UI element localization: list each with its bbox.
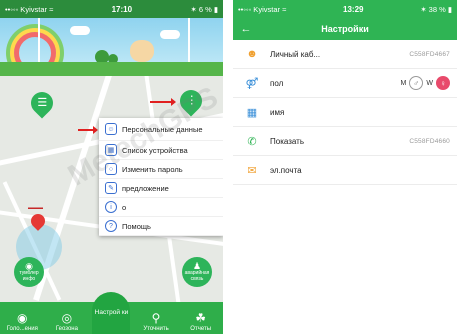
menu-item-personal-data[interactable]: ☺ Персональные данные bbox=[99, 118, 223, 141]
info-icon: i bbox=[105, 201, 117, 213]
right-phone-screen: ••◦◦◦ Kyivstar ≈ 13:29 ✶ 38 % ▮ ← Настро… bbox=[233, 0, 457, 334]
row-value: C558FD4660 bbox=[409, 137, 450, 145]
carrier-label: ••◦◦◦ Kyivstar ≈ bbox=[238, 4, 287, 14]
toggle-info-label: тумблер инфо bbox=[19, 270, 39, 282]
menu-item-label: Персональные данные bbox=[122, 124, 203, 134]
bottom-navigation: ◉ Голо...ения ◎ Геозона Настрой ки ⚲ Уто… bbox=[0, 292, 223, 334]
nav-reports[interactable]: ☘ Отчеты bbox=[179, 311, 223, 332]
settings-row-phone[interactable]: ✆ Показать C558FD4660 bbox=[233, 127, 457, 156]
settings-row-email[interactable]: ✉ эл.почта bbox=[233, 156, 457, 185]
menu-item-change-password[interactable]: ○ Изменить пароль bbox=[99, 160, 223, 179]
annotation-arrow bbox=[78, 126, 98, 134]
menu-item-label: Список устройства bbox=[122, 145, 188, 155]
footprints-icon: ☘ bbox=[195, 311, 207, 325]
battery-indicator: ✶ 6 % ▮ bbox=[190, 4, 218, 14]
page-title: Настройки bbox=[321, 24, 369, 34]
status-time: 13:29 bbox=[343, 4, 364, 14]
row-label: Показать bbox=[270, 136, 305, 146]
gender-icon: ⚤ bbox=[245, 77, 259, 90]
nav-label: Геозона bbox=[55, 326, 78, 332]
settings-row-name[interactable]: ▦ имя bbox=[233, 98, 457, 127]
menu-item-label: о bbox=[122, 202, 127, 212]
gender-male-label: M bbox=[400, 79, 407, 87]
row-value: C558FD4667 bbox=[409, 50, 450, 58]
person-card-icon: ☺ bbox=[105, 123, 117, 135]
menu-item-suggestion[interactable]: ✎ предложение bbox=[99, 179, 223, 198]
help-icon: ? bbox=[105, 220, 117, 232]
carrier-label: ••◦◦◦ Kyivstar ≈ bbox=[5, 4, 54, 14]
nav-label: Отчеты bbox=[190, 326, 212, 332]
emergency-call-label: аварийная связь bbox=[184, 270, 210, 282]
settings-highlight: Настрой ки bbox=[92, 292, 131, 334]
nav-voice-messages[interactable]: ◉ Голо...ения bbox=[0, 311, 44, 332]
nav-label: Настрой ки bbox=[94, 309, 129, 317]
cartoon-cat-icon bbox=[130, 40, 154, 62]
hamburger-icon: ☰ bbox=[37, 96, 47, 109]
app-bar: ← Настройки bbox=[233, 18, 457, 40]
location-icon: ⚲ bbox=[151, 311, 161, 325]
lock-icon: ○ bbox=[105, 163, 117, 175]
toggle-info-button[interactable]: ◉ тумблер инфо bbox=[14, 257, 44, 287]
row-label: Личный каб... bbox=[270, 49, 321, 59]
envelope-icon: ✉ bbox=[247, 164, 257, 177]
gender-selector: M ♂ W ♀ bbox=[401, 76, 450, 90]
user-card-icon: ☻ bbox=[246, 48, 258, 60]
nav-label: Уточнить bbox=[143, 326, 169, 332]
annotation-arrow bbox=[150, 98, 176, 106]
pencil-icon: ✎ bbox=[105, 182, 117, 194]
male-option-icon[interactable]: ♂ bbox=[409, 76, 424, 90]
nav-locate[interactable]: ⚲ Уточнить bbox=[134, 311, 178, 332]
settings-row-gender: ⚤ пол M ♂ W ♀ bbox=[233, 69, 457, 98]
arrow-back-icon[interactable]: ← bbox=[233, 23, 259, 35]
more-vertical-icon: ⋮ bbox=[185, 94, 197, 107]
cloud-decoration bbox=[160, 30, 180, 39]
marker-label: ▬▬▬ bbox=[28, 205, 43, 211]
status-time: 17:10 bbox=[111, 4, 133, 14]
emergency-call-button[interactable]: ♟ аварийная связь bbox=[182, 257, 212, 287]
popup-menu: ☺ Персональные данные ▦ Список устройств… bbox=[99, 118, 223, 236]
cloud-decoration bbox=[70, 26, 90, 35]
status-bar: ••◦◦◦ Kyivstar ≈ 17:10 ✶ 6 % ▮ bbox=[0, 0, 223, 18]
gender-female-label: W bbox=[426, 79, 433, 87]
menu-item-label: Изменить пароль bbox=[122, 164, 183, 174]
battery-indicator: ✶ 38 % ▮ bbox=[420, 4, 452, 14]
device-list-icon: ▦ bbox=[105, 144, 117, 156]
status-bar: ••◦◦◦ Kyivstar ≈ 13:29 ✶ 38 % ▮ bbox=[233, 0, 457, 18]
menu-item-label: Помощь bbox=[122, 221, 151, 231]
row-label: имя bbox=[270, 107, 285, 117]
female-option-icon[interactable]: ♀ bbox=[436, 76, 450, 90]
chat-icon: ◉ bbox=[17, 311, 28, 325]
row-label: пол bbox=[270, 78, 284, 88]
nav-label: Голо...ения bbox=[6, 326, 38, 332]
left-phone-screen: ••◦◦◦ Kyivstar ≈ 17:10 ✶ 6 % ▮ ☰ ⋮ ☺ Пер… bbox=[0, 0, 223, 334]
menu-item-label: предложение bbox=[122, 183, 169, 193]
settings-list: ☻ Личный каб... C558FD4667 ⚤ пол M ♂ W ♀… bbox=[233, 40, 457, 185]
row-label: эл.почта bbox=[270, 165, 302, 175]
grass-decoration bbox=[0, 62, 223, 76]
geofence-icon: ◎ bbox=[61, 311, 73, 325]
phone-icon: ✆ bbox=[247, 135, 257, 148]
nav-geofence[interactable]: ◎ Геозона bbox=[45, 311, 89, 332]
header-banner bbox=[0, 18, 223, 76]
menu-item-device-list[interactable]: ▦ Список устройства bbox=[99, 141, 223, 160]
menu-item-about[interactable]: i о bbox=[99, 198, 223, 217]
menu-item-help[interactable]: ? Помощь bbox=[99, 217, 223, 236]
settings-row-account[interactable]: ☻ Личный каб... C558FD4667 bbox=[233, 40, 457, 69]
id-card-icon: ▦ bbox=[246, 106, 258, 119]
